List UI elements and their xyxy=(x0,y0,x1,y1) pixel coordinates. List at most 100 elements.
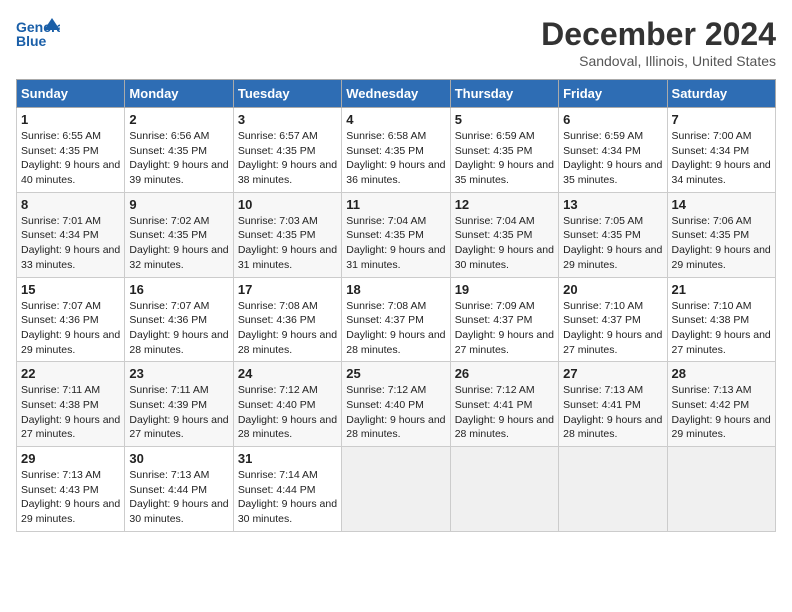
logo-icon: General Blue xyxy=(16,16,60,52)
day-info: Sunrise: 7:07 AM Sunset: 4:36 PM Dayligh… xyxy=(21,299,120,358)
day-number: 3 xyxy=(238,112,337,127)
day-info: Sunrise: 6:58 AM Sunset: 4:35 PM Dayligh… xyxy=(346,129,445,188)
daylight-label: Daylight: 9 hours and 39 minutes. xyxy=(129,159,228,186)
calendar-cell: 29 Sunrise: 7:13 AM Sunset: 4:43 PM Dayl… xyxy=(17,447,125,532)
day-number: 5 xyxy=(455,112,554,127)
sunset-label: Sunset: 4:37 PM xyxy=(563,314,641,326)
daylight-label: Daylight: 9 hours and 28 minutes. xyxy=(129,329,228,356)
sunset-label: Sunset: 4:35 PM xyxy=(238,145,316,157)
day-number: 21 xyxy=(672,282,771,297)
day-number: 19 xyxy=(455,282,554,297)
daylight-label: Daylight: 9 hours and 27 minutes. xyxy=(672,329,771,356)
day-info: Sunrise: 7:06 AM Sunset: 4:35 PM Dayligh… xyxy=(672,214,771,273)
calendar-cell: 8 Sunrise: 7:01 AM Sunset: 4:34 PM Dayli… xyxy=(17,192,125,277)
sunset-label: Sunset: 4:38 PM xyxy=(21,399,99,411)
day-info: Sunrise: 7:02 AM Sunset: 4:35 PM Dayligh… xyxy=(129,214,228,273)
day-number: 26 xyxy=(455,366,554,381)
daylight-label: Daylight: 9 hours and 32 minutes. xyxy=(129,244,228,271)
sunset-label: Sunset: 4:43 PM xyxy=(21,484,99,496)
calendar-cell: 30 Sunrise: 7:13 AM Sunset: 4:44 PM Dayl… xyxy=(125,447,233,532)
day-number: 12 xyxy=(455,197,554,212)
sunrise-label: Sunrise: 6:59 AM xyxy=(455,130,535,142)
calendar-cell: 20 Sunrise: 7:10 AM Sunset: 4:37 PM Dayl… xyxy=(559,277,667,362)
logo: General Blue xyxy=(16,16,64,52)
calendar-cell: 12 Sunrise: 7:04 AM Sunset: 4:35 PM Dayl… xyxy=(450,192,558,277)
day-info: Sunrise: 7:10 AM Sunset: 4:37 PM Dayligh… xyxy=(563,299,662,358)
sunset-label: Sunset: 4:35 PM xyxy=(21,145,99,157)
day-info: Sunrise: 7:13 AM Sunset: 4:44 PM Dayligh… xyxy=(129,468,228,527)
daylight-label: Daylight: 9 hours and 28 minutes. xyxy=(563,414,662,441)
day-info: Sunrise: 7:08 AM Sunset: 4:36 PM Dayligh… xyxy=(238,299,337,358)
day-number: 24 xyxy=(238,366,337,381)
calendar-cell: 10 Sunrise: 7:03 AM Sunset: 4:35 PM Dayl… xyxy=(233,192,341,277)
day-info: Sunrise: 7:12 AM Sunset: 4:40 PM Dayligh… xyxy=(238,383,337,442)
daylight-label: Daylight: 9 hours and 29 minutes. xyxy=(563,244,662,271)
sunrise-label: Sunrise: 7:04 AM xyxy=(346,215,426,227)
sunrise-label: Sunrise: 7:14 AM xyxy=(238,469,318,481)
calendar-cell: 18 Sunrise: 7:08 AM Sunset: 4:37 PM Dayl… xyxy=(342,277,450,362)
sunrise-label: Sunrise: 6:58 AM xyxy=(346,130,426,142)
page-header: General Blue December 2024 Sandoval, Ill… xyxy=(16,16,776,69)
daylight-label: Daylight: 9 hours and 27 minutes. xyxy=(563,329,662,356)
day-info: Sunrise: 7:13 AM Sunset: 4:42 PM Dayligh… xyxy=(672,383,771,442)
weekday-header-monday: Monday xyxy=(125,80,233,108)
sunset-label: Sunset: 4:34 PM xyxy=(563,145,641,157)
day-info: Sunrise: 7:05 AM Sunset: 4:35 PM Dayligh… xyxy=(563,214,662,273)
day-info: Sunrise: 7:04 AM Sunset: 4:35 PM Dayligh… xyxy=(455,214,554,273)
daylight-label: Daylight: 9 hours and 35 minutes. xyxy=(455,159,554,186)
sunrise-label: Sunrise: 7:08 AM xyxy=(238,300,318,312)
day-number: 27 xyxy=(563,366,662,381)
day-info: Sunrise: 7:10 AM Sunset: 4:38 PM Dayligh… xyxy=(672,299,771,358)
weekday-header-sunday: Sunday xyxy=(17,80,125,108)
day-number: 14 xyxy=(672,197,771,212)
sunset-label: Sunset: 4:35 PM xyxy=(672,229,750,241)
sunset-label: Sunset: 4:35 PM xyxy=(238,229,316,241)
sunset-label: Sunset: 4:36 PM xyxy=(21,314,99,326)
daylight-label: Daylight: 9 hours and 28 minutes. xyxy=(455,414,554,441)
daylight-label: Daylight: 9 hours and 27 minutes. xyxy=(455,329,554,356)
sunset-label: Sunset: 4:35 PM xyxy=(455,229,533,241)
sunset-label: Sunset: 4:35 PM xyxy=(346,145,424,157)
day-number: 10 xyxy=(238,197,337,212)
sunrise-label: Sunrise: 7:12 AM xyxy=(455,384,535,396)
daylight-label: Daylight: 9 hours and 30 minutes. xyxy=(129,498,228,525)
sunset-label: Sunset: 4:40 PM xyxy=(346,399,424,411)
calendar-cell: 3 Sunrise: 6:57 AM Sunset: 4:35 PM Dayli… xyxy=(233,108,341,193)
calendar-cell: 14 Sunrise: 7:06 AM Sunset: 4:35 PM Dayl… xyxy=(667,192,775,277)
sunset-label: Sunset: 4:44 PM xyxy=(129,484,207,496)
sunrise-label: Sunrise: 7:01 AM xyxy=(21,215,101,227)
calendar-cell: 21 Sunrise: 7:10 AM Sunset: 4:38 PM Dayl… xyxy=(667,277,775,362)
month-title: December 2024 xyxy=(541,16,776,53)
day-info: Sunrise: 7:03 AM Sunset: 4:35 PM Dayligh… xyxy=(238,214,337,273)
day-info: Sunrise: 6:59 AM Sunset: 4:35 PM Dayligh… xyxy=(455,129,554,188)
sunset-label: Sunset: 4:41 PM xyxy=(455,399,533,411)
calendar-cell: 2 Sunrise: 6:56 AM Sunset: 4:35 PM Dayli… xyxy=(125,108,233,193)
calendar-cell: 19 Sunrise: 7:09 AM Sunset: 4:37 PM Dayl… xyxy=(450,277,558,362)
sunrise-label: Sunrise: 6:57 AM xyxy=(238,130,318,142)
day-number: 11 xyxy=(346,197,445,212)
location: Sandoval, Illinois, United States xyxy=(541,53,776,69)
day-number: 30 xyxy=(129,451,228,466)
calendar-week-4: 22 Sunrise: 7:11 AM Sunset: 4:38 PM Dayl… xyxy=(17,362,776,447)
day-info: Sunrise: 7:11 AM Sunset: 4:39 PM Dayligh… xyxy=(129,383,228,442)
svg-text:Blue: Blue xyxy=(16,33,47,49)
daylight-label: Daylight: 9 hours and 31 minutes. xyxy=(346,244,445,271)
calendar-cell: 27 Sunrise: 7:13 AM Sunset: 4:41 PM Dayl… xyxy=(559,362,667,447)
day-info: Sunrise: 7:01 AM Sunset: 4:34 PM Dayligh… xyxy=(21,214,120,273)
day-info: Sunrise: 7:12 AM Sunset: 4:41 PM Dayligh… xyxy=(455,383,554,442)
sunrise-label: Sunrise: 6:59 AM xyxy=(563,130,643,142)
weekday-header-saturday: Saturday xyxy=(667,80,775,108)
daylight-label: Daylight: 9 hours and 28 minutes. xyxy=(346,329,445,356)
sunset-label: Sunset: 4:44 PM xyxy=(238,484,316,496)
daylight-label: Daylight: 9 hours and 31 minutes. xyxy=(238,244,337,271)
daylight-label: Daylight: 9 hours and 27 minutes. xyxy=(21,414,120,441)
calendar-week-3: 15 Sunrise: 7:07 AM Sunset: 4:36 PM Dayl… xyxy=(17,277,776,362)
daylight-label: Daylight: 9 hours and 40 minutes. xyxy=(21,159,120,186)
day-number: 22 xyxy=(21,366,120,381)
calendar-cell: 28 Sunrise: 7:13 AM Sunset: 4:42 PM Dayl… xyxy=(667,362,775,447)
day-number: 9 xyxy=(129,197,228,212)
daylight-label: Daylight: 9 hours and 29 minutes. xyxy=(672,414,771,441)
day-number: 17 xyxy=(238,282,337,297)
day-info: Sunrise: 7:00 AM Sunset: 4:34 PM Dayligh… xyxy=(672,129,771,188)
daylight-label: Daylight: 9 hours and 36 minutes. xyxy=(346,159,445,186)
